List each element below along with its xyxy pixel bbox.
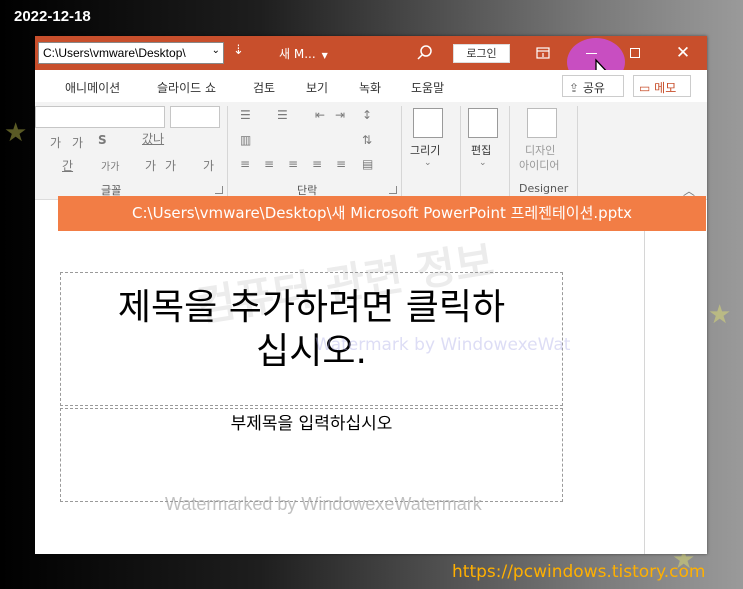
title-bar: C:\Users\vmware\Desktop\ ⌄ ⇣ 새 M... ▼ 로그인…: [35, 36, 707, 87]
font-size-box[interactable]: [170, 106, 220, 128]
search-icon[interactable]: [415, 43, 435, 63]
font-btn-a[interactable]: 가: [50, 134, 61, 151]
powerpoint-window: C:\Users\vmware\Desktop\ ⌄ ⇣ 새 M... ▼ 로그인…: [35, 36, 707, 554]
chevron-down-icon: ⌄: [479, 158, 487, 168]
title-line-1: 제목을 추가하려면 클릭하: [117, 287, 506, 328]
chevron-down-icon: ⌄: [211, 45, 220, 56]
separator: [227, 106, 228, 196]
document-title-text: 새 M...: [279, 47, 316, 61]
overlay-watermark: Watermark by WindowexeWat: [315, 335, 571, 355]
align-left-icon[interactable]: ≡: [240, 157, 250, 171]
subtitle-text: 부제목을 입력하십시오: [230, 414, 393, 434]
clear-format-button[interactable]: 가: [203, 157, 214, 174]
designer-group-label: Designer: [519, 182, 569, 195]
path-combobox-text: C:\Users\vmware\Desktop\: [43, 46, 186, 60]
minimize-icon: [586, 53, 597, 54]
find-icon[interactable]: [468, 108, 498, 138]
maximize-icon: [630, 48, 640, 58]
font-btn-b[interactable]: 가: [72, 134, 83, 151]
chevron-down-icon: ⌄: [424, 158, 432, 168]
tab-review[interactable]: 검토: [253, 79, 275, 96]
maximize-button[interactable]: [613, 36, 659, 70]
separator: [460, 106, 461, 196]
tab-animations[interactable]: 애니메이션: [65, 79, 120, 96]
close-icon: ✕: [675, 43, 691, 63]
tab-help[interactable]: 도움말: [411, 79, 444, 96]
login-button[interactable]: 로그인: [453, 44, 510, 63]
change-case-button[interactable]: 가가: [101, 158, 119, 173]
tab-slideshow[interactable]: 슬라이드 쇼: [157, 79, 216, 96]
char-spacing-button[interactable]: 갔나: [142, 130, 164, 147]
distribute-icon[interactable]: ≡: [336, 157, 346, 171]
align-text-icon[interactable]: ▤: [362, 157, 373, 171]
document-title[interactable]: 새 M... ▼: [279, 45, 328, 62]
align-right-icon[interactable]: ≡: [288, 157, 298, 171]
share-icon: ⇪: [569, 81, 580, 95]
edit-button-label[interactable]: 편집: [471, 142, 491, 158]
justify-icon[interactable]: ≡: [312, 157, 322, 171]
customize-qat-icon[interactable]: ⇣: [233, 43, 244, 58]
separator: [509, 106, 510, 196]
bottom-watermark: Watermarked by WindowexeWatermark: [165, 494, 482, 514]
grow-font-button[interactable]: 가: [145, 157, 156, 174]
text-direction-icon[interactable]: ⇅: [362, 133, 372, 147]
font-name-box[interactable]: [35, 106, 165, 128]
share-button[interactable]: ⇪ 공유: [562, 75, 624, 97]
subtitle-placeholder[interactable]: 부제목을 입력하십시오: [60, 408, 563, 502]
align-center-icon[interactable]: ≡: [264, 157, 274, 171]
ribbon-tabs: 애니메이션 슬라이드 쇼 검토 보기 녹화 도움말 ⇪ 공유 ▭ 메모: [35, 70, 707, 102]
indent-increase-icon[interactable]: ⇥: [335, 108, 345, 122]
columns-icon[interactable]: ▥: [240, 133, 251, 147]
design-ideas-label-1[interactable]: 디자인: [525, 142, 555, 158]
design-ideas-label-2[interactable]: 아이디어: [519, 157, 559, 173]
paragraph-dialog-launcher[interactable]: [389, 186, 397, 194]
separator: [577, 106, 578, 196]
path-combobox[interactable]: C:\Users\vmware\Desktop\ ⌄: [38, 42, 224, 64]
star-decoration: ★: [4, 118, 28, 148]
scrollbar-divider: [644, 200, 645, 554]
font-color-button[interactable]: 간: [62, 157, 73, 174]
tab-view[interactable]: 보기: [306, 79, 328, 96]
indent-decrease-icon[interactable]: ⇤: [315, 108, 325, 122]
date-label: 2022-12-18: [14, 8, 91, 25]
numbering-icon[interactable]: ☰: [277, 108, 288, 122]
star-decoration: ★: [708, 300, 732, 330]
strikethrough-button[interactable]: S: [98, 133, 107, 147]
comments-label: 메모: [654, 81, 677, 95]
drawing-icon[interactable]: [413, 108, 443, 138]
ribbon-home: 가 가 S 갔나 간 가가 가 가 가 글꼴 ☰ ☰ ⇤ ⇥ ↕ ⇅ ▥ ▤ ≡…: [35, 102, 707, 200]
comments-button[interactable]: ▭ 메모: [633, 75, 691, 97]
tab-record[interactable]: 녹화: [359, 79, 381, 96]
bullets-icon[interactable]: ☰: [240, 108, 251, 122]
share-label: 공유: [582, 81, 605, 95]
shrink-font-button[interactable]: 가: [165, 157, 176, 174]
file-path-banner: C:\Users\vmware\Desktop\새 Microsoft Powe…: [58, 196, 706, 231]
draw-button-label[interactable]: 그리기: [410, 142, 440, 158]
close-button[interactable]: ✕: [659, 36, 707, 70]
ribbon-display-options-icon[interactable]: [535, 45, 551, 61]
comment-icon: ▭: [639, 81, 651, 95]
caret-down-icon: ▼: [321, 51, 328, 60]
separator: [401, 106, 402, 196]
line-spacing-icon[interactable]: ↕: [362, 108, 372, 122]
design-ideas-icon[interactable]: [527, 108, 557, 138]
font-dialog-launcher[interactable]: [215, 186, 223, 194]
blog-url-label: https://pcwindows.tistory.com: [452, 562, 706, 582]
